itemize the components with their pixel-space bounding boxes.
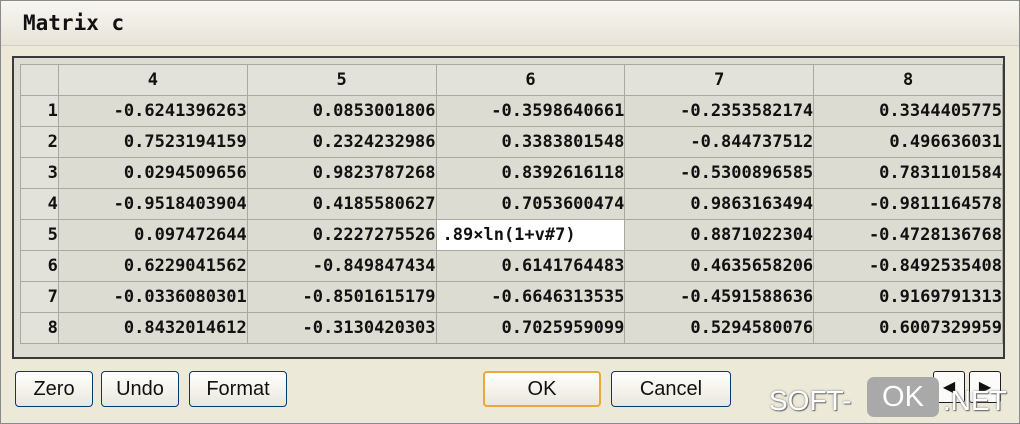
matrix-cell[interactable]: -0.2353582174 bbox=[624, 95, 815, 127]
row-header[interactable]: 2 bbox=[20, 126, 59, 158]
window-title: Matrix c bbox=[23, 11, 125, 35]
cancel-button[interactable]: Cancel bbox=[611, 371, 731, 407]
row-header[interactable]: 4 bbox=[20, 188, 59, 220]
matrix-cell[interactable]: 0.5294580076 bbox=[624, 312, 815, 344]
table-row: 1 -0.6241396263 0.0853001806 -0.3598640661-… bbox=[20, 95, 1003, 127]
ok-button[interactable]: OK bbox=[483, 371, 601, 407]
column-header[interactable]: 8 bbox=[813, 64, 1003, 96]
ok-button-label: OK bbox=[527, 378, 557, 400]
matrix-cell[interactable]: 0.2227275526 bbox=[246, 219, 437, 251]
format-button[interactable]: Format bbox=[189, 371, 287, 407]
matrix-cell[interactable]: 0.496636031 bbox=[813, 126, 1003, 158]
matrix-cell[interactable]: 0.2324232986 bbox=[246, 126, 437, 158]
matrix-grid: 4 5 6 7 8 1 -0.6241396263 0.0853001806 -0.359864… bbox=[20, 64, 1003, 344]
matrix-cell[interactable]: 0.8392616118 bbox=[435, 157, 626, 189]
column-header[interactable]: 5 bbox=[246, 64, 437, 96]
row-header[interactable]: 6 bbox=[20, 250, 59, 282]
matrix-cell[interactable]: 0.4635658206 bbox=[624, 250, 815, 282]
table-row: 7 -0.0336080301 -0.8501615179 -0.6646313535… bbox=[20, 281, 1003, 313]
table-row: 6 0.6229041562 -0.849847434 0.6141764483 0.4… bbox=[20, 250, 1003, 282]
matrix-cell[interactable]: -0.9518403904 bbox=[57, 188, 248, 220]
matrix-cell[interactable]: -0.4591588636 bbox=[624, 281, 815, 313]
table-row: 5 0.097472644 0.2227275526.89×ln(1+v#7) 0.8… bbox=[20, 219, 1003, 251]
matrix-cell[interactable]: 0.0853001806 bbox=[246, 95, 437, 127]
matrix-cell[interactable]: 0.7025959099 bbox=[435, 312, 626, 344]
column-header[interactable]: 4 bbox=[57, 64, 248, 96]
matrix-cell[interactable]: -0.8501615179 bbox=[246, 281, 437, 313]
matrix-dialog: Matrix c 4 5 6 7 8 1 -0.6241396263 0.0853001806… bbox=[0, 0, 1020, 424]
matrix-cell[interactable]: -0.849847434 bbox=[246, 250, 437, 282]
watermark-ok-badge: OK bbox=[867, 377, 939, 417]
matrix-cell[interactable]: -0.3130420303 bbox=[246, 312, 437, 344]
matrix-cell[interactable]: 0.9169791313 bbox=[813, 281, 1003, 313]
row-header[interactable]: 1 bbox=[20, 95, 59, 127]
row-header[interactable]: 8 bbox=[20, 312, 59, 344]
undo-button-label: Undo bbox=[116, 378, 164, 400]
matrix-cell[interactable]: 0.7053600474 bbox=[435, 188, 626, 220]
grid-corner[interactable] bbox=[20, 64, 59, 96]
matrix-cell[interactable]: 0.4185580627 bbox=[246, 188, 437, 220]
matrix-cell[interactable]: -0.4728136768 bbox=[813, 219, 1003, 251]
watermark-soft: SOFT- bbox=[769, 385, 852, 416]
matrix-cell[interactable]: -0.5300896585 bbox=[624, 157, 815, 189]
table-row: 2 0.7523194159 0.2324232986 0.3383801548 -0.… bbox=[20, 126, 1003, 158]
row-header[interactable]: 7 bbox=[20, 281, 59, 313]
matrix-cell[interactable]: 0.0294509656 bbox=[57, 157, 248, 189]
matrix-cell[interactable]: -0.844737512 bbox=[624, 126, 815, 158]
matrix-cell[interactable]: 0.3344405775 bbox=[813, 95, 1003, 127]
cancel-button-label: Cancel bbox=[639, 378, 703, 400]
column-header[interactable]: 7 bbox=[624, 64, 815, 96]
matrix-cell[interactable]: 0.6141764483 bbox=[435, 250, 626, 282]
matrix-cell[interactable]: -0.3598640661 bbox=[435, 95, 626, 127]
table-row: 4 -0.9518403904 0.4185580627 0.7053600474 0.… bbox=[20, 188, 1003, 220]
matrix-cell[interactable]: 0.6229041562 bbox=[57, 250, 248, 282]
format-button-label: Format bbox=[206, 378, 270, 400]
matrix-cell[interactable]: 0.097472644 bbox=[57, 219, 248, 251]
table-row: 8 0.8432014612 -0.3130420303 0.7025959099 0.… bbox=[20, 312, 1003, 344]
undo-button[interactable]: Undo bbox=[101, 371, 179, 407]
matrix-cell[interactable]: 0.7523194159 bbox=[57, 126, 248, 158]
cell-editor[interactable]: .89×ln(1+v#7) bbox=[435, 219, 626, 251]
matrix-cell[interactable]: -0.6241396263 bbox=[57, 95, 248, 127]
row-header[interactable]: 5 bbox=[20, 219, 59, 251]
column-header-row: 45678 bbox=[20, 64, 1003, 96]
matrix-cell[interactable]: 0.8432014612 bbox=[57, 312, 248, 344]
matrix-cell[interactable]: -0.9811164578 bbox=[813, 188, 1003, 220]
matrix-cell[interactable]: 0.6007329959 bbox=[813, 312, 1003, 344]
matrix-cell[interactable]: -0.8492535408 bbox=[813, 250, 1003, 282]
matrix-cell[interactable]: 0.8871022304 bbox=[624, 219, 815, 251]
matrix-grid-frame: 4 5 6 7 8 1 -0.6241396263 0.0853001806 -0.359864… bbox=[12, 56, 1005, 359]
matrix-cell[interactable]: -0.0336080301 bbox=[57, 281, 248, 313]
zero-button[interactable]: Zero bbox=[15, 371, 93, 407]
zero-button-label: Zero bbox=[33, 378, 75, 400]
title-bar[interactable]: Matrix c bbox=[1, 1, 1019, 46]
table-row: 3 0.0294509656 0.9823787268 0.8392616118 -0.… bbox=[20, 157, 1003, 189]
matrix-cell[interactable]: 0.3383801548 bbox=[435, 126, 626, 158]
watermark-net: .NET bbox=[943, 385, 1007, 416]
matrix-cell[interactable]: 0.9863163494 bbox=[624, 188, 815, 220]
matrix-cell[interactable]: -0.6646313535 bbox=[435, 281, 626, 313]
column-header[interactable]: 6 bbox=[435, 64, 626, 96]
matrix-cell[interactable]: 0.7831101584 bbox=[813, 157, 1003, 189]
matrix-cell[interactable]: 0.9823787268 bbox=[246, 157, 437, 189]
row-header[interactable]: 3 bbox=[20, 157, 59, 189]
